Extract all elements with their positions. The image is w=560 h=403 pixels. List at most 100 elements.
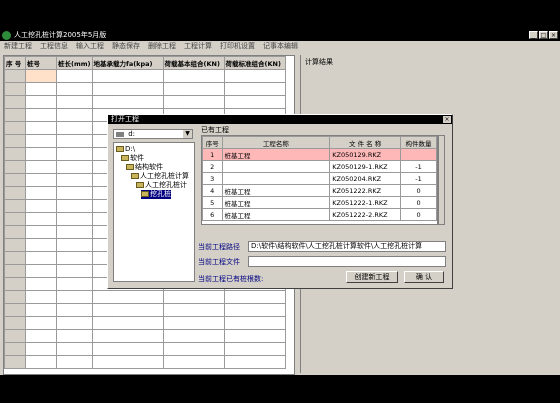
tree-node[interactable]: D:\: [116, 145, 135, 154]
grid-cell[interactable]: [223, 303, 286, 317]
grid-cell[interactable]: [223, 316, 286, 330]
tree-node[interactable]: 人工挖孔桩计: [136, 181, 187, 190]
table-row[interactable]: [4, 95, 286, 109]
grid-cell[interactable]: [25, 82, 57, 96]
grid-cell[interactable]: [91, 355, 164, 369]
dialog-close-button[interactable]: ×: [443, 116, 451, 123]
table-row[interactable]: [4, 290, 286, 304]
menu-calculate[interactable]: 工程计算: [180, 41, 216, 51]
project-row[interactable]: 3 KZ050204.RKZ -1: [202, 172, 437, 185]
grid-cell[interactable]: [162, 69, 225, 83]
grid-cell[interactable]: [162, 316, 225, 330]
grid-cell[interactable]: [25, 342, 57, 356]
table-row[interactable]: [4, 355, 286, 369]
tree-node[interactable]: 人工挖孔桩计算: [131, 172, 189, 181]
grid-cell[interactable]: [25, 212, 57, 226]
drive-select[interactable]: d: ▼: [113, 129, 193, 139]
menu-printer-setup[interactable]: 打印机设置: [216, 41, 259, 51]
project-row[interactable]: 6 桩基工程 KZ051222-2.RKZ 0: [202, 208, 437, 221]
grid-cell[interactable]: [25, 355, 57, 369]
grid-cell[interactable]: [56, 82, 93, 96]
project-row[interactable]: 4 桩基工程 KZ051222.RKZ 0: [202, 184, 437, 197]
menu-notepad[interactable]: 记事本编辑: [259, 41, 302, 51]
project-row[interactable]: 2 KZ050129-1.RKZ -1: [202, 160, 437, 173]
menu-delete-project[interactable]: 删除工程: [144, 41, 180, 51]
tree-node[interactable]: 软件: [121, 154, 144, 163]
projects-scrollbar[interactable]: [438, 135, 445, 225]
grid-cell[interactable]: [25, 69, 57, 83]
menu-new-project[interactable]: 新建工程: [0, 41, 36, 51]
grid-cell[interactable]: [25, 95, 57, 109]
chevron-down-icon[interactable]: ▼: [183, 130, 192, 138]
grid-cell[interactable]: [223, 290, 286, 304]
grid-cell[interactable]: [56, 225, 93, 239]
grid-cell[interactable]: [56, 121, 93, 135]
path-field[interactable]: D:\软件\结构软件\人工挖孔桩计算软件\人工挖孔桩计算: [248, 241, 446, 252]
table-row[interactable]: [4, 316, 286, 330]
grid-cell[interactable]: [56, 329, 93, 343]
grid-cell[interactable]: [223, 82, 286, 96]
maximize-button[interactable]: □: [539, 31, 548, 39]
grid-cell[interactable]: [25, 108, 57, 122]
grid-cell[interactable]: [162, 82, 225, 96]
grid-cell[interactable]: [162, 303, 225, 317]
grid-cell[interactable]: [25, 147, 57, 161]
grid-cell[interactable]: [25, 264, 57, 278]
file-field[interactable]: [248, 256, 446, 267]
tree-node[interactable]: 结构软件: [126, 163, 163, 172]
grid-cell[interactable]: [56, 238, 93, 252]
table-row[interactable]: [4, 69, 286, 83]
grid-cell[interactable]: [25, 134, 57, 148]
grid-cell[interactable]: [25, 303, 57, 317]
folder-tree[interactable]: D:\ 软件 结构软件 人工挖孔桩计算 人工挖孔桩计 挖孔桩: [113, 142, 195, 282]
grid-cell[interactable]: [91, 303, 164, 317]
grid-cell[interactable]: [91, 290, 164, 304]
grid-cell[interactable]: [223, 329, 286, 343]
grid-cell[interactable]: [56, 108, 93, 122]
grid-cell[interactable]: [56, 173, 93, 187]
grid-cell[interactable]: [56, 355, 93, 369]
grid-cell[interactable]: [56, 303, 93, 317]
grid-cell[interactable]: [56, 147, 93, 161]
grid-cell[interactable]: [25, 329, 57, 343]
grid-cell[interactable]: [56, 264, 93, 278]
grid-cell[interactable]: [56, 186, 93, 200]
grid-cell[interactable]: [25, 186, 57, 200]
grid-cell[interactable]: [25, 316, 57, 330]
table-row[interactable]: [4, 303, 286, 317]
grid-cell[interactable]: [223, 69, 286, 83]
menu-input-project[interactable]: 输入工程: [72, 41, 108, 51]
grid-cell[interactable]: [25, 290, 57, 304]
tree-node-selected[interactable]: 挖孔桩: [141, 190, 171, 199]
grid-cell[interactable]: [56, 316, 93, 330]
grid-cell[interactable]: [162, 95, 225, 109]
menu-save[interactable]: 静态保存: [108, 41, 144, 51]
confirm-button[interactable]: 确 认: [404, 271, 444, 283]
grid-cell[interactable]: [162, 342, 225, 356]
grid-cell[interactable]: [56, 134, 93, 148]
grid-cell[interactable]: [56, 212, 93, 226]
projects-table[interactable]: 序号 工程名称 文 件 名 称 构件数量 1 桩基工程 KZ050129.RKZ 2 K…: [201, 135, 438, 225]
grid-cell[interactable]: [91, 69, 164, 83]
grid-cell[interactable]: [25, 199, 57, 213]
grid-cell[interactable]: [25, 251, 57, 265]
grid-cell[interactable]: [223, 95, 286, 109]
grid-cell[interactable]: [56, 69, 93, 83]
grid-cell[interactable]: [56, 277, 93, 291]
grid-cell[interactable]: [56, 251, 93, 265]
grid-cell[interactable]: [91, 329, 164, 343]
project-row[interactable]: 1 桩基工程 KZ050129.RKZ: [202, 148, 437, 161]
grid-cell[interactable]: [25, 238, 57, 252]
menu-project-info[interactable]: 工程信息: [36, 41, 72, 51]
table-row[interactable]: [4, 82, 286, 96]
grid-cell[interactable]: [223, 342, 286, 356]
table-row[interactable]: [4, 329, 286, 343]
grid-cell[interactable]: [162, 329, 225, 343]
grid-cell[interactable]: [223, 355, 286, 369]
grid-cell[interactable]: [162, 290, 225, 304]
grid-cell[interactable]: [91, 95, 164, 109]
grid-cell[interactable]: [25, 160, 57, 174]
grid-cell[interactable]: [91, 316, 164, 330]
grid-cell[interactable]: [25, 225, 57, 239]
grid-cell[interactable]: [91, 342, 164, 356]
